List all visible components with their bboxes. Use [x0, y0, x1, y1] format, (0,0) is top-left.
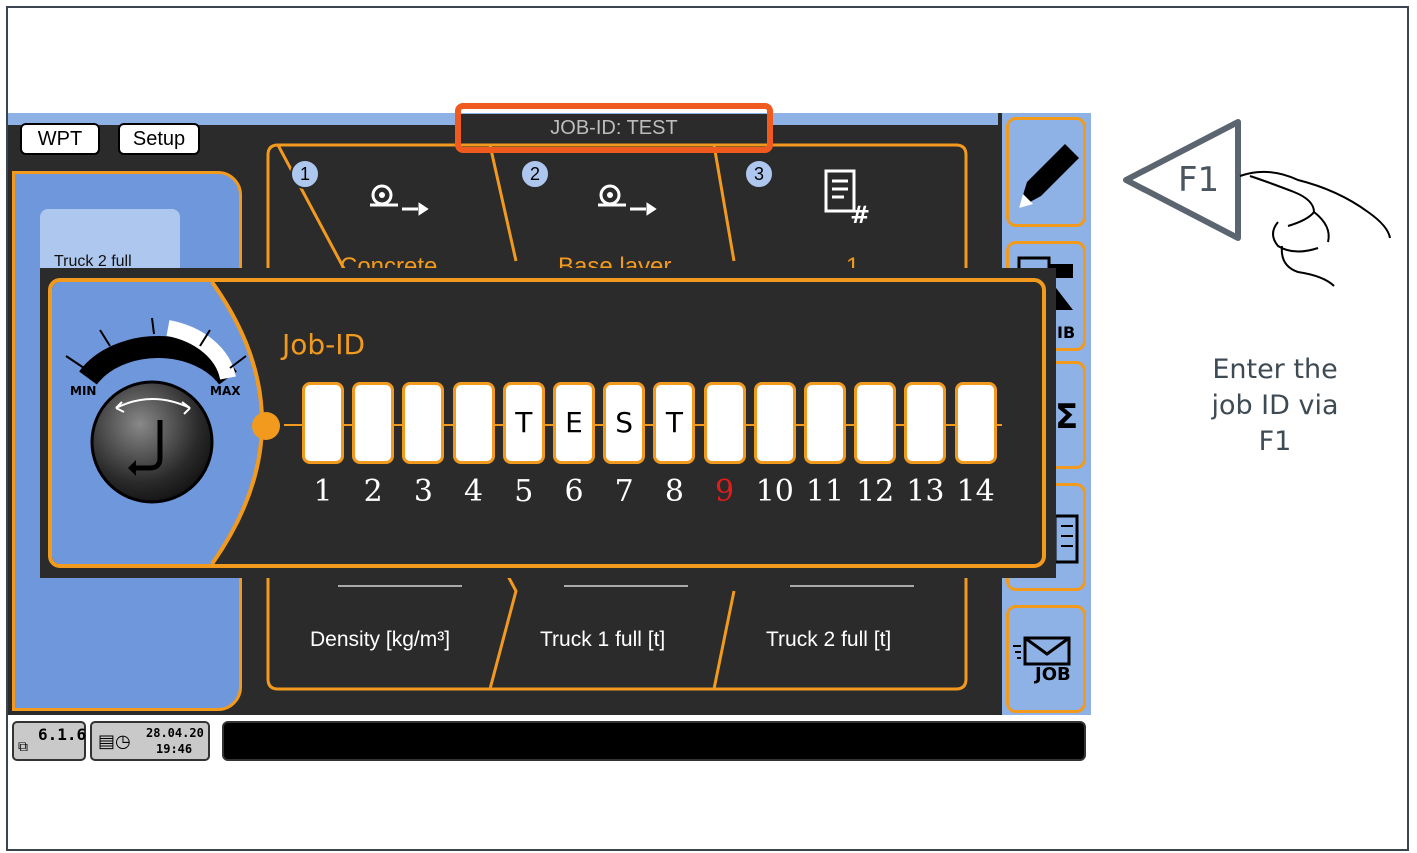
instruction-line-3: F1 — [1258, 426, 1292, 457]
rotary-knob-icon[interactable] — [86, 372, 220, 506]
position-number-8: 8 — [664, 474, 684, 509]
copy-icon: ⧉ — [18, 739, 28, 755]
f1-key-label: F1 — [1178, 160, 1220, 200]
char-cell-14[interactable] — [954, 382, 997, 464]
char-cell-4[interactable] — [452, 382, 495, 464]
position-number-7: 7 — [614, 474, 634, 509]
position-number-1: 1 — [313, 474, 333, 509]
version-box[interactable]: ⧉ 6.1.6 — [12, 721, 86, 761]
svg-text:IB: IB — [1057, 323, 1075, 342]
instruction-line-1: Enter the — [1212, 354, 1338, 385]
char-cell-2[interactable] — [352, 382, 395, 464]
paver-gear-icon — [598, 184, 657, 216]
position-number-13: 13 — [906, 474, 945, 509]
instruction-line-2: job ID via — [1211, 390, 1339, 421]
job-mail-button[interactable]: JOB — [1006, 605, 1086, 713]
job-mail-label: JOB — [1035, 664, 1071, 685]
position-number-11: 11 — [805, 474, 845, 509]
cursor-dot — [252, 412, 280, 440]
wpt-button[interactable]: WPT — [20, 123, 100, 155]
char-cell-9[interactable] — [703, 382, 746, 464]
f1-key-hand-icon — [1123, 119, 1391, 287]
tab-3-number[interactable]: 3 — [744, 159, 774, 189]
char-cell-10[interactable] — [753, 382, 796, 464]
status-bar: ⧉ 6.1.6 ▤◷ 28.04.20 19:46 — [8, 715, 1091, 765]
datetime-box[interactable]: ▤◷ 28.04.20 19:46 — [90, 721, 210, 761]
char-cell-1[interactable] — [302, 382, 344, 464]
job-id-dialog: MIN MAX Job-ID TEST 1 2 3 4 5 6 7 8 9 10 11 12 13 14 — [40, 268, 1056, 578]
position-number-4: 4 — [464, 474, 484, 509]
setup-button[interactable]: Setup — [118, 123, 200, 155]
position-number-14: 14 — [956, 474, 995, 509]
char-cell-13[interactable] — [904, 382, 947, 464]
svg-text:#: # — [850, 201, 870, 227]
version-text: 6.1.6 — [38, 725, 87, 744]
position-number-12: 12 — [856, 474, 895, 509]
density-label: Density [kg/m³] — [310, 628, 451, 651]
top-band-left — [8, 113, 438, 121]
position-number-3: 3 — [413, 474, 433, 509]
char-cell-8[interactable]: T — [653, 382, 696, 464]
position-number-5: 5 — [514, 474, 534, 509]
paver-gear-icon — [370, 184, 429, 216]
char-cell-5[interactable]: T — [502, 382, 545, 464]
value-underline-3 — [790, 585, 914, 587]
value-underline-2 — [564, 585, 688, 587]
truck-2-label: Truck 2 full [t] — [766, 628, 892, 651]
time-text: 19:46 — [156, 742, 193, 756]
value-underline-1 — [338, 585, 462, 587]
char-cell-6[interactable]: E — [553, 382, 595, 464]
tab-2-number[interactable]: 2 — [520, 159, 550, 189]
document-number-icon: # — [824, 169, 870, 227]
edit-button[interactable] — [1006, 117, 1086, 227]
tab-1-number[interactable]: 1 — [290, 159, 320, 189]
svg-text:Σ: Σ — [1055, 397, 1078, 437]
job-id-highlight — [455, 103, 773, 153]
date-text: 28.04.20 — [146, 726, 204, 740]
position-number-6: 6 — [564, 474, 584, 509]
char-cell-7[interactable]: S — [603, 382, 646, 464]
calendar-clock-icon: ▤◷ — [98, 731, 131, 752]
edit-icon — [1019, 144, 1079, 208]
char-cell-12[interactable] — [854, 382, 897, 464]
position-number-10: 10 — [755, 474, 794, 509]
instruction-text: Enter the job ID via F1 — [1170, 352, 1380, 460]
message-bar — [222, 721, 1086, 761]
char-cell-3[interactable] — [402, 382, 445, 464]
position-number-9: 9 — [715, 474, 735, 509]
position-number-2: 2 — [363, 474, 383, 509]
dialog-title: Job-ID — [282, 328, 366, 361]
truck-1-label: Truck 1 full [t] — [540, 628, 666, 651]
job-mail-icon — [1013, 636, 1071, 666]
char-cell-11[interactable] — [804, 382, 846, 464]
